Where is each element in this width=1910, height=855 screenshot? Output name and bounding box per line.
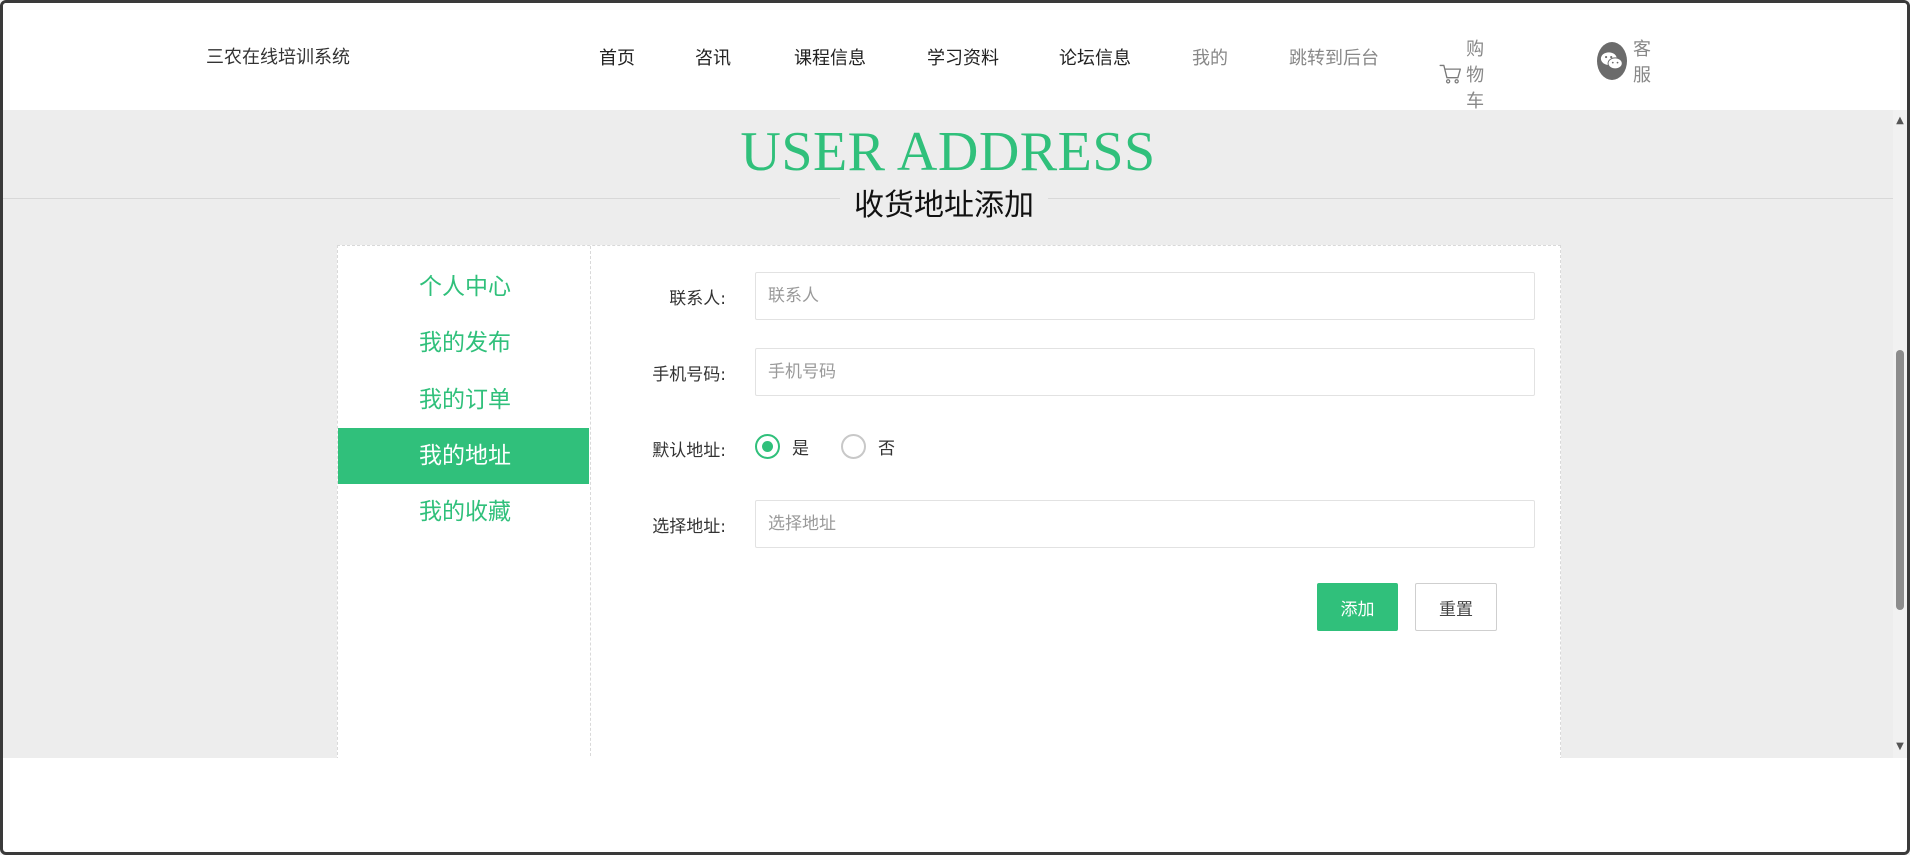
scroll-down-arrow-icon[interactable]: ▼	[1895, 742, 1905, 752]
phone-label: 手机号码:	[652, 365, 726, 385]
default-address-label: 默认地址:	[652, 441, 726, 461]
default-yes-radio[interactable]: 是	[755, 434, 809, 459]
nav-service-label: 客服	[1633, 39, 1651, 86]
nav-cart[interactable]: 购物车	[1439, 35, 1499, 113]
default-no-label: 否	[878, 439, 895, 459]
nav-news[interactable]: 咨讯	[695, 44, 731, 70]
user-sidebar: 个人中心 我的发布 我的订单 我的地址 我的收藏	[338, 246, 591, 758]
phone-input[interactable]	[755, 348, 1535, 396]
top-navbar: 三农在线培训系统 首页 咨讯 课程信息 学习资料 论坛信息 我的 跳转到后台 购…	[3, 3, 1907, 113]
address-label: 选择地址:	[652, 517, 726, 537]
nav-forum[interactable]: 论坛信息	[1059, 44, 1131, 70]
contact-label: 联系人:	[669, 289, 726, 309]
vertical-scrollbar[interactable]: ▲ ▼	[1893, 110, 1907, 758]
nav-admin[interactable]: 跳转到后台	[1289, 44, 1379, 70]
nav-cart-label: 购物车	[1466, 39, 1485, 112]
nav-customer-service[interactable]: 客服	[1597, 35, 1659, 87]
default-no-radio[interactable]: 否	[841, 434, 895, 459]
reset-button[interactable]: 重置	[1415, 583, 1497, 631]
address-panel: 个人中心 我的发布 我的订单 我的地址 我的收藏 联系人: 手机号码: 默认地址…	[337, 245, 1561, 758]
cart-icon	[1439, 64, 1461, 84]
scroll-up-arrow-icon[interactable]: ▲	[1895, 116, 1905, 126]
contact-input[interactable]	[755, 272, 1535, 320]
browser-frame: 三农在线培训系统 首页 咨讯 课程信息 学习资料 论坛信息 我的 跳转到后台 购…	[0, 0, 1910, 855]
default-yes-label: 是	[792, 439, 809, 459]
nav-study-materials[interactable]: 学习资料	[927, 44, 999, 70]
address-select-input[interactable]	[755, 500, 1535, 548]
scrollbar-thumb[interactable]	[1896, 350, 1904, 610]
page-hero-title: USER ADDRESS	[740, 121, 1156, 183]
add-button[interactable]: 添加	[1317, 583, 1398, 631]
page-subtitle: 收货地址添加	[840, 180, 1048, 224]
nav-home[interactable]: 首页	[599, 44, 635, 70]
wechat-icon	[1597, 42, 1627, 80]
radio-checked-icon	[755, 434, 780, 459]
radio-unchecked-icon	[841, 434, 866, 459]
nav-course[interactable]: 课程信息	[794, 44, 866, 70]
main-content: USER ADDRESS 收货地址添加 个人中心 我的发布 我的订单 我的地址 …	[3, 110, 1893, 758]
site-brand[interactable]: 三农在线培训系统	[206, 43, 350, 69]
nav-mine[interactable]: 我的	[1192, 44, 1228, 70]
